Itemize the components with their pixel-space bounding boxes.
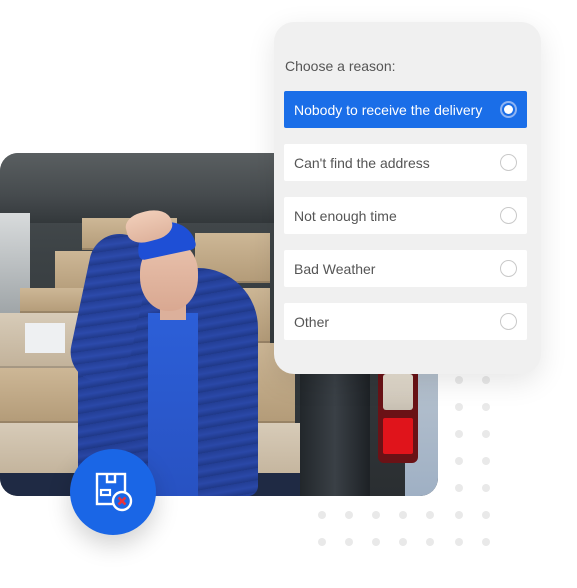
grid-dot: [455, 538, 463, 546]
grid-dot: [318, 511, 326, 519]
grid-dot: [455, 403, 463, 411]
reason-card: Choose a reason: Nobody to receive the d…: [274, 22, 541, 374]
grid-dot: [482, 403, 490, 411]
grid-dot: [482, 430, 490, 438]
grid-dot: [482, 511, 490, 519]
person-shirt: [148, 313, 198, 496]
reason-option-bad-weather[interactable]: Bad Weather: [284, 250, 527, 287]
grid-dot: [455, 457, 463, 465]
grid-dot: [399, 538, 407, 546]
package-status-badge: [70, 449, 156, 535]
radio-unselected-icon[interactable]: [500, 207, 517, 224]
grid-dot: [318, 538, 326, 546]
grid-dot: [482, 538, 490, 546]
box-label: [25, 323, 65, 353]
reason-option-cant-find-address[interactable]: Can't find the address: [284, 144, 527, 181]
grid-dot: [455, 430, 463, 438]
reason-option-not-enough-time[interactable]: Not enough time: [284, 197, 527, 234]
grid-dot: [372, 511, 380, 519]
grid-dot: [426, 538, 434, 546]
radio-unselected-icon[interactable]: [500, 154, 517, 171]
grid-dot: [345, 511, 353, 519]
grid-dot: [482, 484, 490, 492]
reason-option-label: Nobody to receive the delivery: [294, 101, 483, 118]
grid-dot: [482, 376, 490, 384]
grid-dot: [399, 511, 407, 519]
reason-option-nobody-to-receive[interactable]: Nobody to receive the delivery: [284, 91, 527, 128]
grid-dot: [345, 538, 353, 546]
radio-unselected-icon[interactable]: [500, 260, 517, 277]
radio-unselected-icon[interactable]: [500, 313, 517, 330]
grid-dot: [455, 376, 463, 384]
package-cancel-icon: [95, 472, 133, 512]
reason-option-label: Can't find the address: [294, 154, 430, 171]
grid-dot: [482, 457, 490, 465]
reason-option-label: Bad Weather: [294, 260, 376, 277]
reason-option-label: Not enough time: [294, 207, 397, 224]
grid-dot: [455, 511, 463, 519]
radio-selected-icon[interactable]: [500, 101, 517, 118]
van-taillight: [378, 368, 418, 463]
reason-card-title: Choose a reason:: [285, 58, 396, 74]
grid-dot: [426, 511, 434, 519]
reason-option-other[interactable]: Other: [284, 303, 527, 340]
grid-dot: [455, 484, 463, 492]
reason-option-label: Other: [294, 313, 330, 330]
grid-dot: [372, 538, 380, 546]
